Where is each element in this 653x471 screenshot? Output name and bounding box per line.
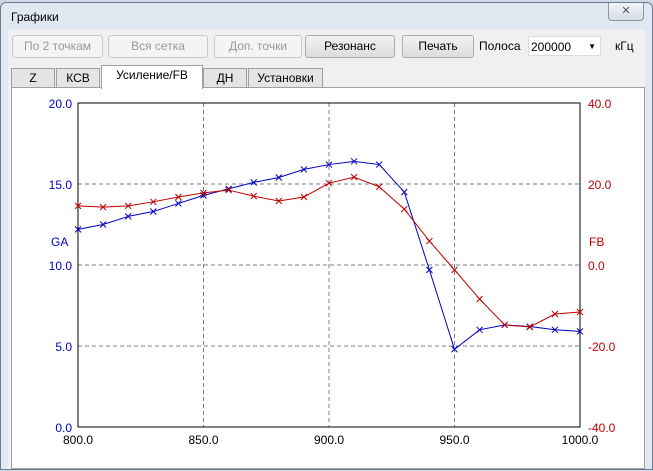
- y-left-tick-label: 5.0: [55, 340, 72, 354]
- y-right-tick-label: 40.0: [588, 97, 612, 111]
- y-left-tick-label: 0.0: [55, 421, 72, 435]
- y-right-tick-label: 20.0: [588, 178, 612, 192]
- data-point-fb: [375, 183, 383, 191]
- y-right-tick-label: -20.0: [588, 340, 616, 354]
- tab-gain-fb[interactable]: Усиление/FB: [101, 65, 203, 89]
- y-left-tick-label: 20.0: [49, 97, 73, 111]
- x-tick-label: 800.0: [63, 433, 93, 447]
- data-point-ga: [426, 266, 433, 274]
- data-point-fb: [400, 205, 408, 213]
- y-right-axis-label: FB: [589, 235, 604, 249]
- y-left-tick-label: 15.0: [49, 178, 73, 192]
- x-tick-label: 850.0: [188, 433, 218, 447]
- x-tick-label: 900.0: [314, 433, 344, 447]
- data-point-ga: [175, 200, 182, 207]
- data-point-fb: [426, 237, 433, 245]
- data-point-fb: [476, 295, 483, 303]
- data-point-ga: [400, 188, 408, 196]
- y-left-tick-label: 10.0: [49, 259, 73, 273]
- y-left-axis-label: GA: [51, 235, 68, 249]
- x-tick-label: 1000.0: [562, 433, 599, 447]
- graphs-window: Графики ✕ По 2 точкам Вся сетка Доп. точ…: [0, 2, 653, 470]
- x-tick-label: 950.0: [439, 433, 469, 447]
- y-right-tick-label: -40.0: [588, 421, 616, 435]
- window-client: По 2 точкам Вся сетка Доп. точки Резонан…: [8, 30, 645, 469]
- y-right-tick-label: 0.0: [588, 259, 605, 273]
- chart-panel: 800.0 850.0 900.0 950.0 1000.0 20.0 15.0 10.0 5.…: [11, 87, 645, 469]
